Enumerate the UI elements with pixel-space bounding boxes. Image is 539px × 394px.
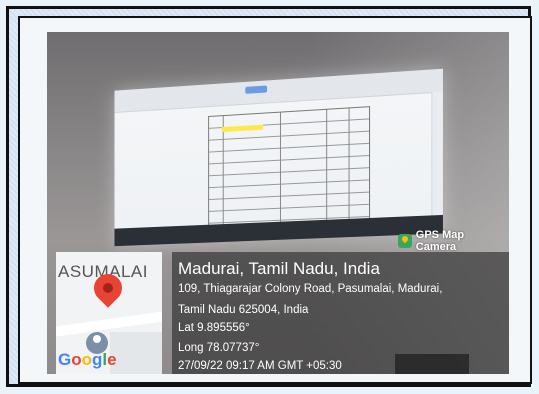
map-thumbnail[interactable]: ASUMALAI Google (56, 252, 162, 374)
projected-sidebar (431, 91, 443, 215)
location-title: Madurai, Tamil Nadu, India (178, 259, 380, 279)
address-line-1: 109, Thiagarajar Colony Road, Pasumalai,… (178, 283, 442, 295)
gps-brand: GPS Map Camera (398, 232, 506, 250)
projected-toolbar (114, 69, 442, 113)
google-letter: o (82, 350, 92, 369)
projected-table-column (326, 110, 327, 229)
google-letter: g (92, 350, 102, 369)
timestamp: 27/09/22 09:17 AM GMT +05:30 (178, 360, 342, 372)
latitude: Lat 9.895556° (178, 322, 250, 334)
projected-table-column (223, 116, 224, 233)
longitude: Long 78.07737° (178, 342, 259, 354)
projected-table-column (349, 108, 350, 228)
google-letter: e (107, 350, 116, 369)
google-logo: Google (58, 350, 117, 370)
address-line-2: Tamil Nadu 625004, India (178, 304, 308, 316)
projected-button (245, 85, 267, 93)
gps-map-camera-logo-icon (398, 234, 412, 248)
brand-name: GPS Map Camera (416, 229, 506, 253)
google-letter: o (71, 350, 81, 369)
google-letter: G (58, 350, 71, 369)
map-block (110, 332, 162, 374)
projected-screen (114, 69, 442, 246)
projected-table-column (280, 113, 281, 231)
